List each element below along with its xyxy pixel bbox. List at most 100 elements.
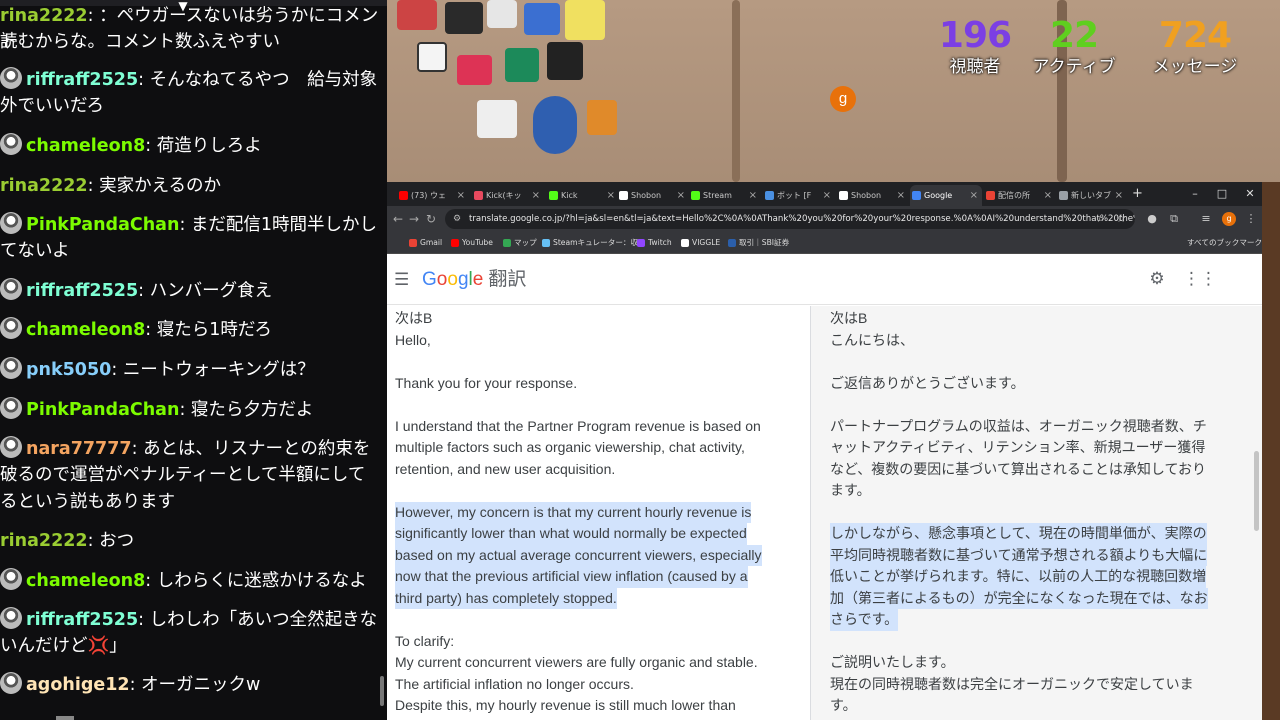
chat-scrollbar[interactable]: [380, 676, 384, 706]
browser-tab[interactable]: (73) ウェ ×: [397, 185, 469, 206]
source-text-line: significantly lower than what would norm…: [395, 523, 747, 545]
bookmark-star-icon[interactable]: ☆: [1114, 211, 1128, 227]
source-text-pane[interactable]: 次はB Hello, Thank you for your response. I u…: [387, 306, 811, 720]
sticker: [533, 96, 577, 154]
google-translate-logo[interactable]: Google 翻訳: [422, 268, 526, 292]
sticker: [445, 2, 483, 34]
browser-tab[interactable]: Google ×: [910, 185, 982, 206]
chat-username[interactable]: PinkPandaChan: [26, 400, 179, 420]
close-window-button[interactable]: ✕: [1242, 186, 1258, 202]
sticker: [565, 0, 605, 40]
close-tab-icon[interactable]: ×: [897, 185, 905, 206]
chat-colon: :: [131, 439, 144, 459]
user-avatar-icon[interactable]: [0, 436, 22, 458]
bookmark-item[interactable]: Gmail: [409, 232, 442, 254]
source-text-line: based on my actual average concurrent vi…: [395, 544, 762, 566]
close-tab-icon[interactable]: ×: [823, 185, 831, 206]
translation-text-line: ャットアクティビティ、リテンション率、新規ユーザー獲得: [830, 439, 1206, 455]
browser-tab[interactable]: 新しいタブ ×: [1057, 185, 1127, 206]
chat-message: chameleon8: 寝たら1時だろ: [0, 317, 380, 343]
chat-username[interactable]: agohige12: [26, 675, 130, 695]
close-tab-icon[interactable]: ×: [677, 185, 685, 206]
forward-icon[interactable]: →: [407, 211, 421, 227]
bookmark-item[interactable]: マップ: [503, 232, 537, 254]
tab-label: Shobon: [851, 191, 882, 200]
close-tab-icon[interactable]: ×: [457, 185, 465, 206]
chat-username[interactable]: rina2222: [0, 531, 88, 551]
extension-icon[interactable]: ●: [1145, 211, 1159, 227]
bookmark-label: Steamキュレーター：収...: [553, 238, 646, 247]
translation-scrollbar[interactable]: [1254, 451, 1259, 531]
sticker: [487, 0, 517, 28]
account-avatar[interactable]: g: [830, 86, 856, 112]
browser-tab[interactable]: Kick(キッ ×: [472, 185, 544, 206]
user-avatar-icon[interactable]: [0, 67, 22, 89]
chat-colon: :: [138, 70, 150, 90]
source-text-line: However, my concern is that my current h…: [395, 501, 752, 523]
media-icon[interactable]: ≡: [1199, 211, 1213, 227]
menu-icon[interactable]: ⋮: [1244, 211, 1258, 227]
chat-username[interactable]: chameleon8: [26, 320, 145, 340]
chat-username[interactable]: nara77777: [26, 439, 132, 459]
bookmark-item[interactable]: 取引｜SBI証券: [728, 232, 789, 254]
chat-username[interactable]: riffraff2525: [26, 610, 138, 630]
minimize-button[interactable]: –: [1187, 186, 1203, 202]
bookmark-item[interactable]: Steamキュレーター：収...: [542, 232, 645, 254]
bookmark-item[interactable]: Twitch: [637, 232, 672, 254]
translation-text-line: しかしながら、懸念事項として、現在の時間単価が、実際の: [830, 523, 1207, 545]
apps-grid-icon[interactable]: ⋮⋮: [1183, 269, 1217, 289]
browser-tab[interactable]: Shobon ×: [837, 185, 909, 206]
chat-username[interactable]: rina2222: [0, 176, 88, 196]
extensions-puzzle-icon[interactable]: ⧉: [1167, 211, 1181, 227]
user-avatar-icon[interactable]: [0, 317, 22, 339]
bookmark-item[interactable]: YouTube: [451, 232, 493, 254]
zoom-icon[interactable]: ⌕: [1094, 211, 1108, 227]
new-tab-button[interactable]: +: [1132, 185, 1143, 203]
reload-icon[interactable]: ↻: [424, 211, 438, 227]
bookmark-item[interactable]: VIGGLE: [681, 232, 720, 254]
user-avatar-icon[interactable]: [0, 397, 22, 419]
url-input[interactable]: ⚙ translate.google.co.jp/?hl=ja&sl=en&tl…: [445, 209, 1135, 229]
browser-tab[interactable]: Stream ×: [689, 185, 761, 206]
bookmark-icon: [681, 239, 689, 247]
maximize-button[interactable]: □: [1214, 186, 1230, 202]
translation-text-line: さらです。: [830, 609, 899, 631]
chat-username[interactable]: PinkPandaChan: [26, 215, 179, 235]
main-menu-icon[interactable]: ☰: [394, 271, 409, 289]
browser-tab[interactable]: 配信の所 ×: [984, 185, 1056, 206]
user-avatar-icon[interactable]: [0, 607, 22, 629]
chat-message: agohige12: オーガニックw: [0, 672, 380, 698]
bookmark-label: VIGGLE: [692, 238, 721, 247]
back-icon[interactable]: ←: [391, 211, 405, 227]
chat-username[interactable]: riffraff2525: [26, 281, 138, 301]
browser-tab[interactable]: Shobon ×: [617, 185, 689, 206]
user-avatar-icon[interactable]: [0, 568, 22, 590]
chat-username[interactable]: rina2222: [0, 6, 88, 26]
bookmark-icon: [451, 239, 459, 247]
chat-username[interactable]: chameleon8: [26, 136, 145, 156]
close-tab-icon[interactable]: ×: [970, 185, 978, 206]
translation-text-line: ます。: [830, 482, 871, 498]
user-avatar-icon[interactable]: [0, 212, 22, 234]
chat-username[interactable]: pnk5050: [26, 360, 111, 380]
site-info-icon[interactable]: ⚙: [453, 209, 461, 229]
settings-gear-icon[interactable]: ⚙: [1147, 269, 1167, 289]
close-tab-icon[interactable]: ×: [749, 185, 757, 206]
profile-avatar[interactable]: g: [1222, 212, 1236, 226]
browser-tab[interactable]: ボット [F ×: [763, 185, 835, 206]
bookmark-icon: [542, 239, 550, 247]
product-name: 翻訳: [488, 269, 527, 290]
close-tab-icon[interactable]: ×: [532, 185, 540, 206]
close-tab-icon[interactable]: ×: [607, 185, 615, 206]
user-avatar-icon[interactable]: [0, 672, 22, 694]
user-avatar-icon[interactable]: [0, 357, 22, 379]
all-bookmarks-button[interactable]: すべてのブックマーク: [1187, 232, 1262, 254]
user-avatar-icon[interactable]: [0, 278, 22, 300]
chat-username[interactable]: riffraff2525: [26, 70, 138, 90]
user-avatar-icon[interactable]: [0, 133, 22, 155]
close-tab-icon[interactable]: ×: [1044, 185, 1052, 206]
browser-tab[interactable]: Kick ×: [547, 185, 619, 206]
chat-username[interactable]: chameleon8: [26, 571, 145, 591]
bookmark-label: マップ: [514, 238, 537, 247]
close-tab-icon[interactable]: ×: [1115, 185, 1123, 206]
